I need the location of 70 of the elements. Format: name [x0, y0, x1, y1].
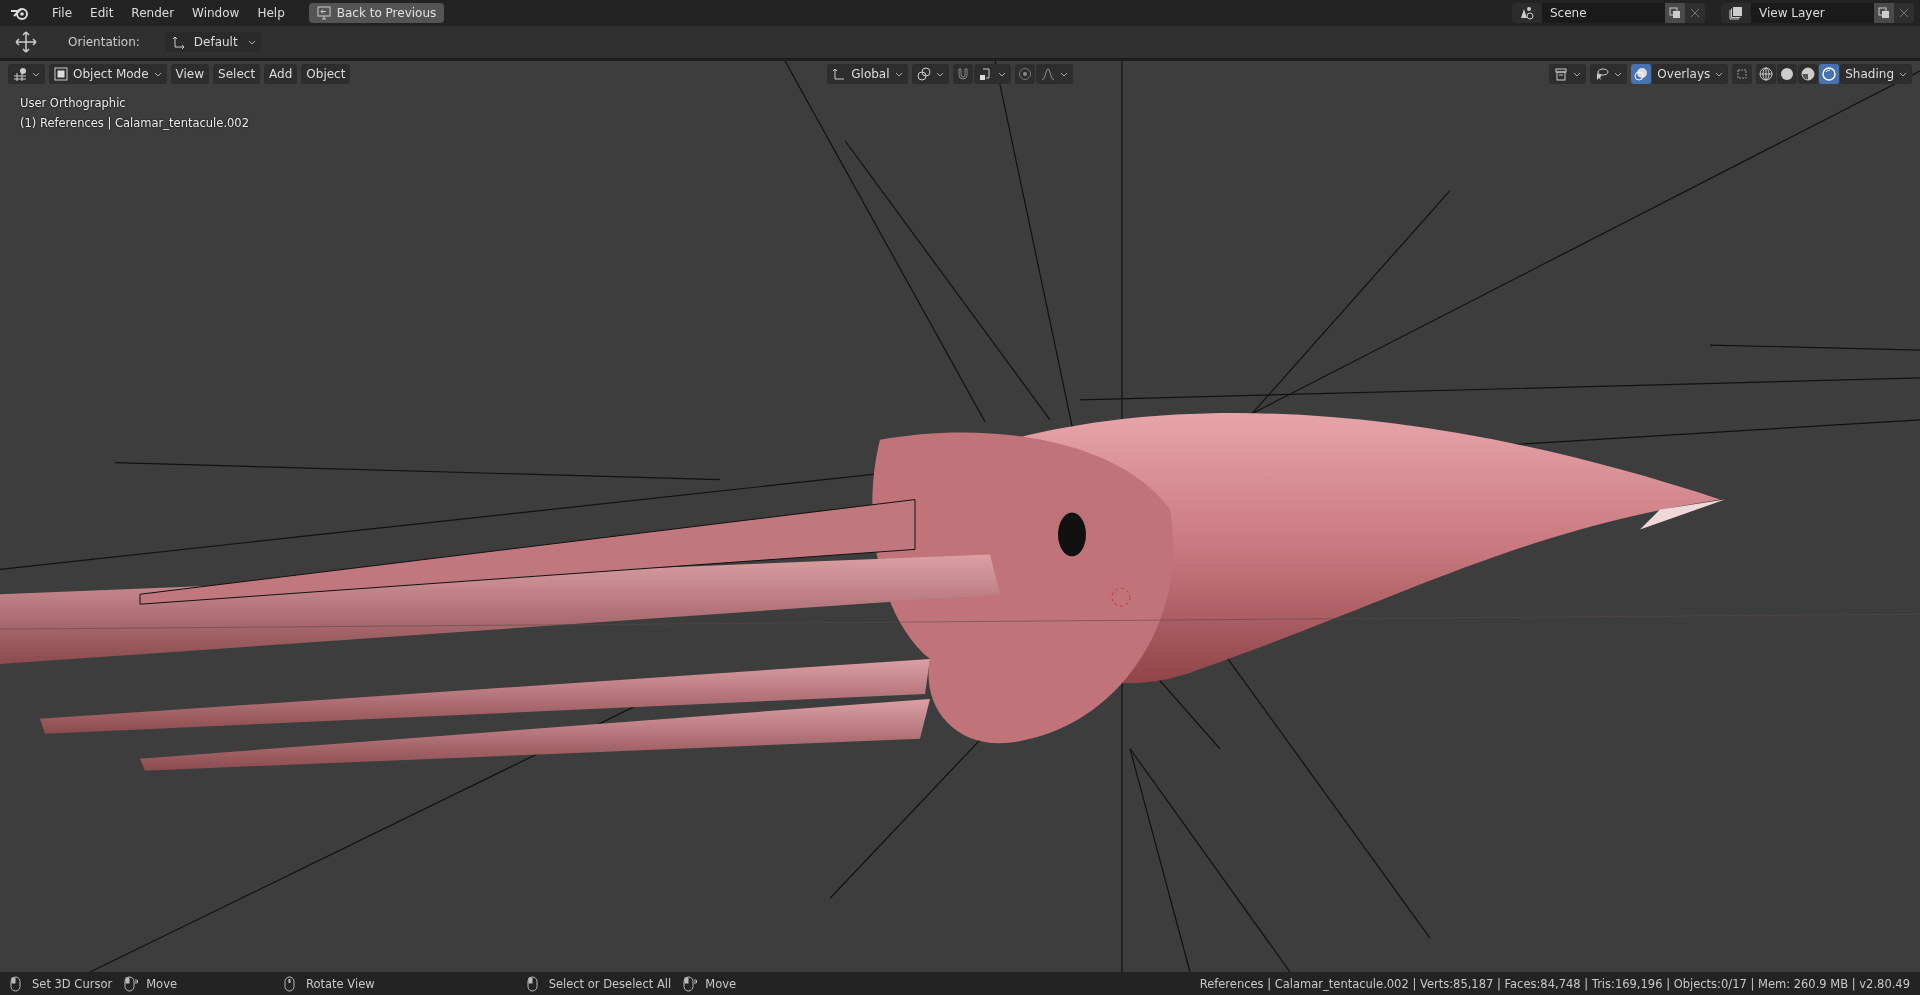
caret-icon	[1715, 71, 1724, 77]
orientation-label: Orientation:	[68, 35, 140, 49]
orientation-dropdown[interactable]: Default	[165, 32, 262, 52]
mouse-left-drag-icon	[683, 975, 698, 992]
caret-icon	[894, 71, 903, 77]
editor-type-button[interactable]	[8, 64, 45, 84]
viewport-info-text: User Orthographic	[20, 95, 127, 111]
menu-item[interactable]: Window	[184, 3, 248, 23]
proportional-editing-icon[interactable]	[1014, 64, 1035, 84]
caret-icon	[1899, 71, 1907, 77]
blender-logo-icon[interactable]	[10, 5, 30, 21]
viewport-menu[interactable]: Object	[301, 64, 351, 84]
caret-icon	[247, 39, 256, 45]
snap-target-button[interactable]	[973, 64, 1011, 84]
magnet-icon[interactable]	[952, 64, 973, 84]
xray-toggle-icon[interactable]	[1732, 64, 1753, 84]
status-hint-text: Rotate View	[306, 976, 375, 991]
status-hint-text: Move	[705, 976, 737, 991]
caret-icon	[1614, 71, 1623, 77]
mouse-left-drag-icon	[124, 975, 139, 992]
scene-field[interactable]: Scene	[1542, 3, 1665, 23]
view-layer-field[interactable]: View Layer	[1751, 3, 1874, 23]
viewport-menu[interactable]: Add	[264, 64, 298, 84]
square-icon	[54, 67, 68, 81]
visibility-button[interactable]	[1549, 64, 1587, 84]
viewport-menu[interactable]: View	[170, 64, 210, 84]
solid-shading-icon[interactable]	[1777, 64, 1798, 84]
pivot-point-button[interactable]	[911, 64, 949, 84]
status-hint-text: Move	[146, 976, 177, 991]
caret-icon	[997, 71, 1006, 77]
eye-cursor-icon	[1595, 67, 1610, 81]
curve-icon	[1040, 67, 1055, 81]
back-button[interactable]: Back to Previous	[308, 3, 445, 23]
scene-statistics-text: References | Calamar_tentacule.002 | Verts:85,187 | Faces:84,748 | Tris:169,196 | Objects:0/17 | Mem: 260.9 MB | v2.80.49	[1199, 976, 1910, 991]
rendered-shading-icon[interactable]	[1819, 64, 1840, 84]
status-hint-text: Select or Deselect All	[548, 976, 672, 991]
status-hint-text: Set 3D Cursor	[32, 976, 113, 991]
caret-icon	[1059, 71, 1068, 77]
duplicate-icon[interactable]	[1665, 3, 1685, 23]
axes-icon	[832, 67, 847, 81]
overlays-dropdown[interactable]: Overlays	[1652, 64, 1729, 84]
material-shading-icon[interactable]	[1798, 64, 1819, 84]
viewport-info-text: (1) References | Calamar_tentacule.002	[20, 115, 250, 131]
transform-orientation-dropdown[interactable]: Global	[827, 64, 908, 84]
snap-square-icon	[978, 67, 993, 81]
mouse-left-icon	[10, 975, 24, 992]
mouse-left-icon	[526, 975, 541, 992]
3d-viewport[interactable]: Object Mode View Select Add Object Global Overlays Shading User Orthographic (1) References | Calamar_tentacule.002	[0, 59, 1920, 972]
caret-icon	[153, 71, 162, 77]
viewport-menu[interactable]: Select	[213, 64, 261, 84]
menu-item[interactable]: Edit	[82, 3, 122, 23]
caret-icon	[32, 71, 40, 77]
falloff-curve-button[interactable]	[1035, 64, 1073, 84]
menu-item[interactable]: File	[44, 3, 81, 23]
shading-dropdown[interactable]: Shading	[1840, 64, 1912, 84]
box-icon	[1554, 67, 1569, 81]
circles-icon	[916, 67, 931, 81]
grid-sphere-icon	[13, 67, 27, 81]
overlays-toggle-icon[interactable]	[1631, 64, 1652, 84]
caret-icon	[935, 71, 944, 77]
wireframe-shading-icon[interactable]	[1756, 64, 1777, 84]
axes-icon	[171, 35, 186, 49]
menu-item[interactable]: Render	[123, 3, 183, 23]
duplicate-icon[interactable]	[1874, 3, 1894, 23]
gizmo-button[interactable]	[1590, 64, 1628, 84]
menu-item[interactable]: Help	[249, 3, 293, 23]
mode-dropdown[interactable]: Object Mode	[49, 64, 167, 84]
move-arrows-icon[interactable]	[14, 30, 38, 54]
caret-icon	[1573, 71, 1582, 77]
mouse-middle-icon	[284, 975, 298, 992]
